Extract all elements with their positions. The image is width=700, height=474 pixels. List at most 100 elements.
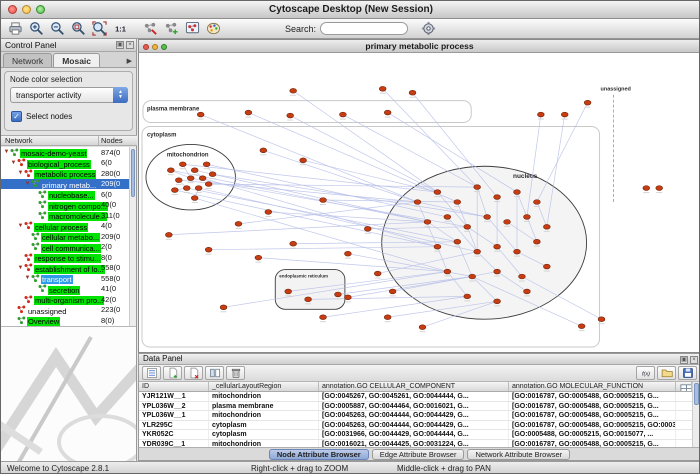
select-nodes-label: Select nodes [26,112,72,121]
tree-row-overview[interactable]: Overview8(0) [1,315,130,326]
column-header-cellularlayoutregion[interactable]: _cellularLayoutRegion [209,382,319,391]
new-network-from-selection-icon[interactable] [182,20,202,38]
column-header-id[interactable]: ID [139,382,209,391]
table-row-yjr121w-1[interactable]: YJR121W__1mitochondrion[GO:0045267, GO:0… [139,392,692,402]
table-row-ydr039c-1[interactable]: YDR039C__1mitochondrion[GO:0016021, GO:0… [139,440,692,448]
network-icon [24,169,33,178]
tab-network-attribute-browser[interactable]: Network Attribute Browser [467,449,570,460]
tab-network[interactable]: Network [3,53,52,67]
table-cell: cytoplasm [209,421,319,430]
save-icon[interactable] [678,366,697,380]
tree-row-node-count: 280(0 [101,169,120,178]
tree-row-unassigned[interactable]: unassigned223(0 [1,305,130,316]
network-view-titlebar[interactable]: primary metabolic process [139,40,700,53]
node-color-dropdown[interactable]: transporter activity ▲▼ [10,87,128,103]
tree-scrollbar[interactable] [129,147,136,326]
table-icon[interactable] [676,382,692,391]
window-title: Cytoscape Desktop (New Session) [1,1,700,18]
table-cell: YKR052C [139,430,209,439]
close-data-panel-icon[interactable]: × [690,356,698,364]
network-icon [17,305,26,314]
attribute-browser-tabs: Node Attribute BrowserEdge Attribute Bro… [139,447,700,460]
tree-expand-icon[interactable]: ▼ [3,149,10,155]
tab-node-attribute-browser[interactable]: Node Attribute Browser [269,449,369,460]
data-panel-title: Data Panel [143,354,183,363]
tab-edge-attribute-browser[interactable]: Edge Attribute Browser [372,449,465,460]
frame-close-icon[interactable] [143,44,149,50]
trash-icon[interactable] [226,366,245,380]
unhide-all-icon[interactable] [161,20,181,38]
frame-minimize-icon[interactable] [152,44,158,50]
select-nodes-checkbox[interactable]: ✓ [11,111,22,122]
formula-icon[interactable]: f(x) [636,366,655,380]
table-row-ylr295c[interactable]: YLR295Ccytoplasm[GO:0045263, GO:0044444,… [139,421,692,431]
column-header-annotation-go-cellular-component[interactable]: annotation.GO CELLULAR_COMPONENT [319,382,509,391]
table-scrollbar-thumb[interactable] [694,383,699,405]
main-toolbar: 1:1 Search: [1,19,700,39]
select-attributes-icon[interactable] [142,366,161,380]
search-input[interactable] [320,22,408,35]
data-toolbar-left [142,366,245,380]
tree-row-node-count: 209(0 [101,232,120,241]
svg-text:unassigned: unassigned [601,87,631,93]
table-cell: [GO:0016787, GO:0005488, GO:0005215, G..… [509,440,676,448]
network-icon [31,179,40,188]
table-row-ypl036w-1[interactable]: YPL036W__1mitochondrion[GO:0045263, GO:0… [139,411,692,421]
data-panel: Data Panel ▣ × f(x) ID_cellularLayoutReg… [138,353,700,461]
float-panel-icon[interactable]: ▣ [116,41,124,49]
hide-selected-icon[interactable] [140,20,160,38]
column-settings-icon[interactable] [205,366,224,380]
tab-scroll-right-icon[interactable]: ▶ [123,57,136,67]
zoom-in-icon[interactable] [26,20,46,38]
attribute-table-body: YJR121W__1 mitochondrion [GO:0045267, GO:0… [139,392,692,447]
status-welcome: Welcome to Cytoscape 2.8.1 [7,462,109,474]
tree-header-nodes: Nodes [101,136,123,146]
network-canvas[interactable]: plasma membranecytoplasmmitochondrionnuc… [139,53,700,352]
toolbar-group-left: 1:1 [5,20,130,38]
tree-row-node-count: 558(0 [101,274,120,283]
search-area: Search: [285,22,408,35]
column-header-annotation-go-molecular-function[interactable]: annotation.GO MOLECULAR_FUNCTION [509,382,676,391]
zoom-selected-icon[interactable] [68,20,88,38]
table-scrollbar[interactable] [692,382,700,447]
tree-row-node-count: 209(0 [101,179,120,188]
svg-text:plasma membrane: plasma membrane [147,107,200,113]
vizmapper-icon[interactable] [203,20,223,38]
overview-graphic [1,327,136,461]
table-cell: mitochondrion [209,411,319,420]
open-folder-icon[interactable] [657,366,676,380]
tab-mosaic[interactable]: Mosaic [53,53,100,67]
tree-scrollbar-thumb[interactable] [131,149,135,197]
close-panel-icon[interactable]: × [126,41,134,49]
control-panel-tabs: Network Mosaic ▶ [1,52,136,68]
frame-maximize-icon[interactable] [161,44,167,50]
tree-expand-icon[interactable]: ▼ [10,160,17,166]
delete-attribute-icon[interactable] [184,366,203,380]
float-data-panel-icon[interactable]: ▣ [680,356,688,364]
network-icon [10,148,19,157]
table-row-ykr052c[interactable]: YKR052Ccytoplasm[GO:0031966, GO:0044429,… [139,430,692,440]
svg-text:f(x): f(x) [641,371,649,377]
create-attribute-icon[interactable] [163,366,182,380]
tree-expand-icon[interactable]: ▼ [17,265,24,271]
svg-text:nucleus: nucleus [513,173,538,180]
tree-expand-icon[interactable]: ▼ [24,181,31,187]
zoom-out-icon[interactable] [47,20,67,38]
table-cell: [GO:0016787, GO:0005488, GO:0005215, G..… [509,411,676,420]
table-cell: YJR121W__1 [139,392,209,401]
tree-expand-icon[interactable]: ▼ [24,275,31,281]
printer-icon[interactable] [5,20,25,38]
tree-expand-icon[interactable]: ▼ [17,170,24,176]
zoom-one-to-one-icon[interactable]: 1:1 [110,20,130,38]
network-graph[interactable]: plasma membranecytoplasmmitochondrionnuc… [139,53,700,352]
table-cell: YPL036W__2 [139,402,209,411]
tree-expand-icon[interactable]: ▼ [17,223,24,229]
table-row-ypl036w-2[interactable]: YPL036W__2plasma membrane[GO:0005887, GO… [139,402,692,412]
network-icon [38,190,47,199]
control-panel-header: Control Panel ▣ × [1,39,136,52]
search-settings-icon[interactable] [418,20,438,38]
zoom-fit-icon[interactable] [89,20,109,38]
table-cell: cytoplasm [209,430,319,439]
tree-row-node-count: 311(0 [101,211,120,220]
table-cell: [GO:0045267, GO:0045261, GO:0044444, G..… [319,392,509,401]
